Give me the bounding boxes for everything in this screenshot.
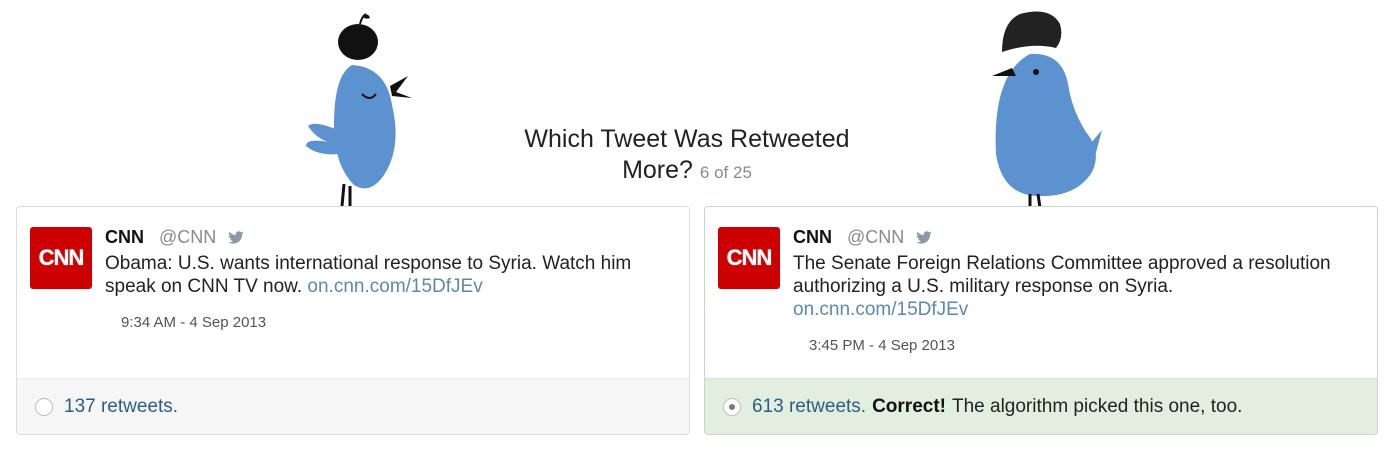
tweet-author: CNN @CNN [793,227,933,247]
author-handle: @CNN [847,227,905,247]
page-title-line2: More? 6 of 25 [470,155,904,188]
title-question: More? [622,156,693,184]
bird-with-hat-illustration [992,11,1102,209]
tweet-option-card[interactable]: CNN CNN @CNN Obama: U.S. wants internati… [16,206,690,435]
tweet-option-card[interactable]: CNN CNN @CNN The Senate Foreign Relation… [704,206,1378,435]
tweet-text: Obama: U.S. wants international response… [105,253,632,297]
tweet-timestamp: 3:45 PM - 4 Sep 2013 [809,337,955,354]
result-note: The algorithm picked this one, too. [951,395,1243,417]
quiz-header: Which Tweet Was Retweeted More? 6 of 25 [470,124,904,188]
tweet-timestamp: 9:34 AM - 4 Sep 2013 [121,314,267,331]
author-handle: @CNN [159,227,217,247]
retweet-count: 613 retweets. [752,395,867,417]
page-title: Which Tweet Was Retweeted [524,125,850,153]
question-counter: 6 of 25 [699,163,752,182]
avatar: CNN [718,227,780,289]
twitter-bird-icon [916,231,933,244]
avatar: CNN [30,227,92,289]
author-name: CNN [793,227,832,247]
tweet-author: CNN @CNN [105,227,245,247]
author-name: CNN [105,227,144,247]
answer-radio-selected[interactable] [723,397,741,416]
tweet-text: The Senate Foreign Relations Committee a… [793,253,1331,320]
answer-footer[interactable]: 137 retweets. [17,378,689,434]
result-label: Correct! [872,395,946,417]
radio-dot [729,403,735,410]
bird-with-apple-illustration [306,13,412,207]
answer-radio[interactable] [35,397,53,416]
twitter-bird-icon [228,231,245,244]
retweet-count: 137 retweets. [64,395,179,417]
tweet-link[interactable]: on.cnn.com/15DfJEv [793,299,968,320]
answer-footer[interactable]: 613 retweets. Correct! The algorithm pic… [705,378,1377,434]
tweet-link[interactable]: on.cnn.com/15DfJEv [307,276,482,297]
